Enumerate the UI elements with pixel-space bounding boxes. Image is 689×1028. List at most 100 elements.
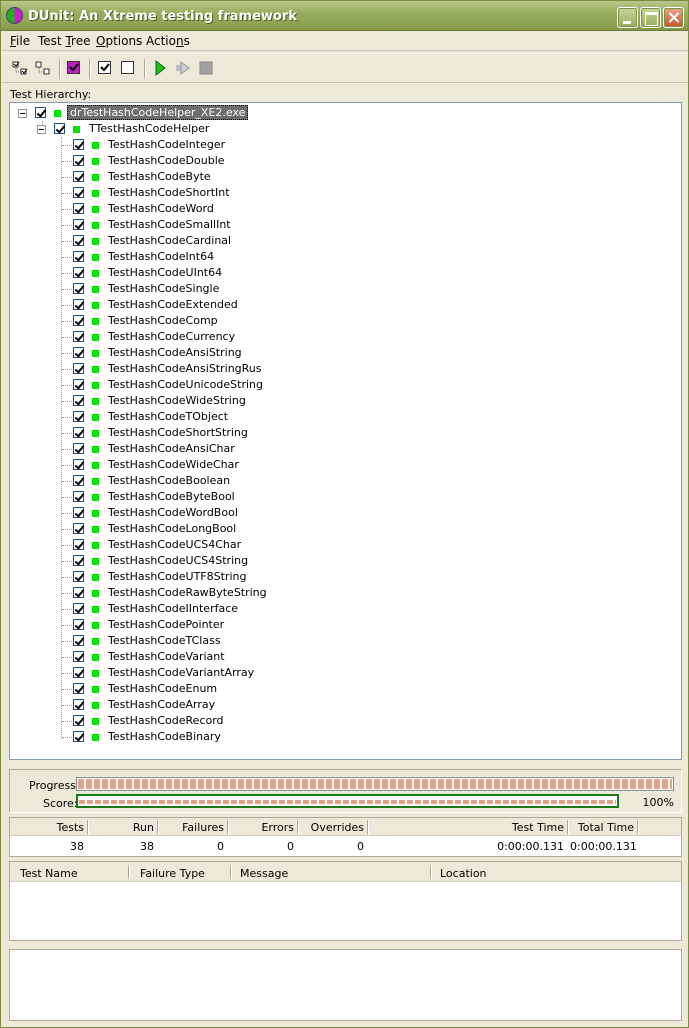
test-checkbox[interactable] (73, 651, 84, 662)
test-checkbox[interactable] (73, 683, 84, 694)
tree-test-node[interactable]: TestHashCodeIInterface (10, 601, 310, 617)
test-checkbox[interactable] (73, 299, 84, 310)
menu-actions[interactable]: Actions (146, 34, 190, 48)
test-checkbox[interactable] (73, 539, 84, 550)
select-failed-icon[interactable] (66, 60, 82, 76)
tree-test-node[interactable]: TestHashCodeWordBool (10, 505, 310, 521)
tree-test-node[interactable]: TestHashCodeRecord (10, 713, 310, 729)
test-checkbox[interactable] (73, 251, 84, 262)
menu-test-tree[interactable]: Test Tree (38, 34, 90, 48)
header-failures[interactable]: Failures (160, 821, 224, 834)
maximize-button[interactable] (640, 7, 661, 28)
test-checkbox[interactable] (73, 731, 84, 742)
tree-test-node[interactable]: TestHashCodeWideChar (10, 457, 310, 473)
test-checkbox[interactable] (73, 443, 84, 454)
tree-test-node[interactable]: TestHashCodeSmallInt (10, 217, 310, 233)
header-location[interactable]: Location (440, 867, 487, 880)
check-icon[interactable] (97, 60, 113, 76)
tree-test-node[interactable]: TestHashCodeAnsiChar (10, 441, 310, 457)
header-overrides[interactable]: Overrides (300, 821, 364, 834)
test-checkbox[interactable] (73, 219, 84, 230)
collapse-icon[interactable] (18, 109, 27, 118)
tree-test-node[interactable]: TestHashCodeBinary (10, 729, 310, 745)
tree-test-node[interactable]: TestHashCodeArray (10, 697, 310, 713)
tree-test-node[interactable]: TestHashCodeLongBool (10, 521, 310, 537)
test-checkbox[interactable] (73, 491, 84, 502)
tree-test-node[interactable]: TestHashCodeShortInt (10, 185, 310, 201)
header-run[interactable]: Run (90, 821, 154, 834)
test-checkbox[interactable] (73, 587, 84, 598)
select-all-icon[interactable] (12, 60, 28, 76)
test-checkbox[interactable] (73, 619, 84, 630)
header-failure-type[interactable]: Failure Type (140, 867, 205, 880)
test-checkbox[interactable] (73, 635, 84, 646)
header-errors[interactable]: Errors (230, 821, 294, 834)
suite-checkbox[interactable] (54, 123, 65, 134)
test-checkbox[interactable] (73, 523, 84, 534)
tree-root-node[interactable]: drTestHashCodeHelper_XE2.exe (10, 105, 310, 121)
tree-test-node[interactable]: TestHashCodeUCS4String (10, 553, 310, 569)
tree-test-node[interactable]: TestHashCodeUTF8String (10, 569, 310, 585)
tree-test-node[interactable]: TestHashCodeUCS4Char (10, 537, 310, 553)
tree-test-node[interactable]: TestHashCodeAnsiString (10, 345, 310, 361)
test-checkbox[interactable] (73, 347, 84, 358)
minimize-button[interactable] (617, 7, 638, 28)
header-test-time[interactable]: Test Time (450, 821, 564, 834)
run-selected-icon[interactable] (175, 60, 191, 76)
tree-test-node[interactable]: TestHashCodeUInt64 (10, 265, 310, 281)
tree-test-node[interactable]: TestHashCodeRawByteString (10, 585, 310, 601)
test-checkbox[interactable] (73, 667, 84, 678)
tree-test-node[interactable]: TestHashCodeSingle (10, 281, 310, 297)
test-checkbox[interactable] (73, 331, 84, 342)
tree-test-node[interactable]: TestHashCodeBoolean (10, 473, 310, 489)
collapse-icon[interactable] (37, 125, 46, 134)
close-button[interactable] (663, 7, 684, 28)
tree-test-node[interactable]: TestHashCodeUnicodeString (10, 377, 310, 393)
test-checkbox[interactable] (73, 363, 84, 374)
test-checkbox[interactable] (73, 571, 84, 582)
test-checkbox[interactable] (73, 555, 84, 566)
menu-file[interactable]: File (10, 34, 30, 48)
tree-test-node[interactable]: TestHashCodeCurrency (10, 329, 310, 345)
test-checkbox[interactable] (73, 603, 84, 614)
failure-list[interactable]: Test Name Failure Type Message Location (9, 861, 682, 941)
tree-test-node[interactable]: TestHashCodeTObject (10, 409, 310, 425)
uncheck-icon[interactable] (120, 60, 136, 76)
test-checkbox[interactable] (73, 315, 84, 326)
tree-test-node[interactable]: TestHashCodeWideString (10, 393, 310, 409)
tree-test-node[interactable]: TestHashCodePointer (10, 617, 310, 633)
run-icon[interactable] (152, 60, 168, 76)
header-test-name[interactable]: Test Name (20, 867, 78, 880)
test-checkbox[interactable] (73, 139, 84, 150)
test-checkbox[interactable] (73, 203, 84, 214)
header-message[interactable]: Message (240, 867, 288, 880)
test-checkbox[interactable] (73, 187, 84, 198)
error-message-box[interactable] (9, 949, 682, 1021)
tree-test-node[interactable]: TestHashCodeExtended (10, 297, 310, 313)
tree-test-node[interactable]: TestHashCodeAnsiStringRus (10, 361, 310, 377)
test-checkbox[interactable] (73, 395, 84, 406)
test-checkbox[interactable] (73, 155, 84, 166)
test-checkbox[interactable] (73, 507, 84, 518)
test-checkbox[interactable] (73, 283, 84, 294)
tree-test-node[interactable]: TestHashCodeByte (10, 169, 310, 185)
test-checkbox[interactable] (73, 715, 84, 726)
test-checkbox[interactable] (73, 235, 84, 246)
title-bar[interactable]: DUnit: An Xtreme testing framework (1, 1, 688, 31)
deselect-all-icon[interactable] (35, 60, 51, 76)
tree-test-node[interactable]: TestHashCodeDouble (10, 153, 310, 169)
tree-test-node[interactable]: TestHashCodeTClass (10, 633, 310, 649)
tree-test-node[interactable]: TestHashCodeShortString (10, 425, 310, 441)
tree-test-node[interactable]: TestHashCodeCardinal (10, 233, 310, 249)
menu-options[interactable]: Options (96, 34, 142, 48)
test-tree[interactable]: drTestHashCodeHelper_XE2.exe TTestHashCo… (9, 102, 682, 760)
header-total-time[interactable]: Total Time (570, 821, 634, 834)
stop-icon[interactable] (198, 60, 214, 76)
test-checkbox[interactable] (73, 411, 84, 422)
tree-test-node[interactable]: TestHashCodeVariantArray (10, 665, 310, 681)
test-checkbox[interactable] (73, 267, 84, 278)
tree-test-node[interactable]: TestHashCodeByteBool (10, 489, 310, 505)
test-checkbox[interactable] (73, 171, 84, 182)
root-checkbox[interactable] (35, 107, 46, 118)
test-checkbox[interactable] (73, 459, 84, 470)
